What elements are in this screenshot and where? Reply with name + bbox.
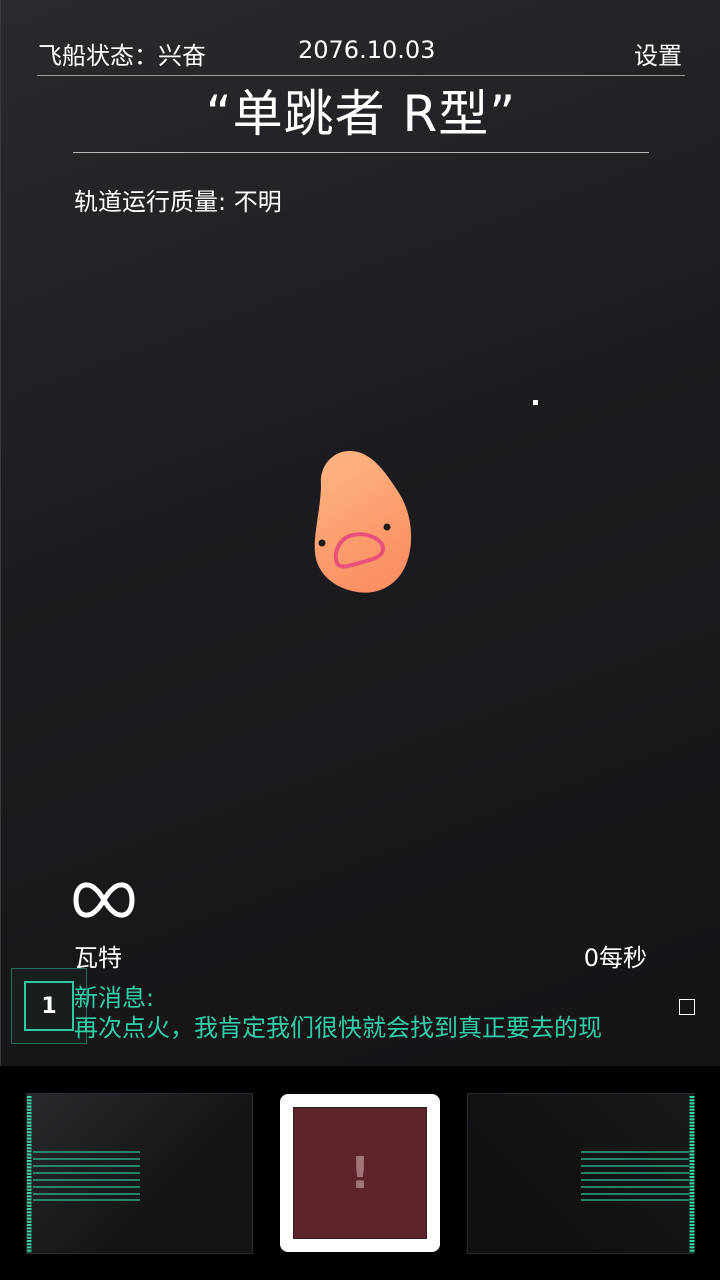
title-divider [73,152,649,153]
ship-name-title: “单跳者 R型” [205,85,517,143]
message-checkbox[interactable] [679,999,695,1015]
game-date: 2076.10.03 [298,36,436,64]
alert-icon: ! [293,1107,427,1239]
left-panel[interactable] [26,1093,253,1254]
message-count: 1 [24,981,74,1031]
alien-creature[interactable] [309,445,419,600]
message-body[interactable]: 再次点火，我肯定我们很快就会找到真正要去的现 [74,1008,602,1043]
left-panel-meter [27,1096,140,1253]
orbit-quality-text: 轨道运行质量: 不明 [74,188,282,216]
alert-button[interactable]: ! [280,1094,440,1252]
game-screen: 飞船状态：兴奋 2076.10.03 设置 “单跳者 R型” 轨道运行质量: 不… [0,0,720,1066]
right-panel-meter [581,1096,695,1253]
infinity-icon [73,882,135,918]
star-dot [533,400,538,405]
ship-status-label: 飞船状态：兴奋 [38,42,206,70]
settings-button[interactable]: 设置 [634,36,682,71]
power-rate: 0每秒 [583,944,647,972]
right-panel[interactable] [467,1093,695,1254]
